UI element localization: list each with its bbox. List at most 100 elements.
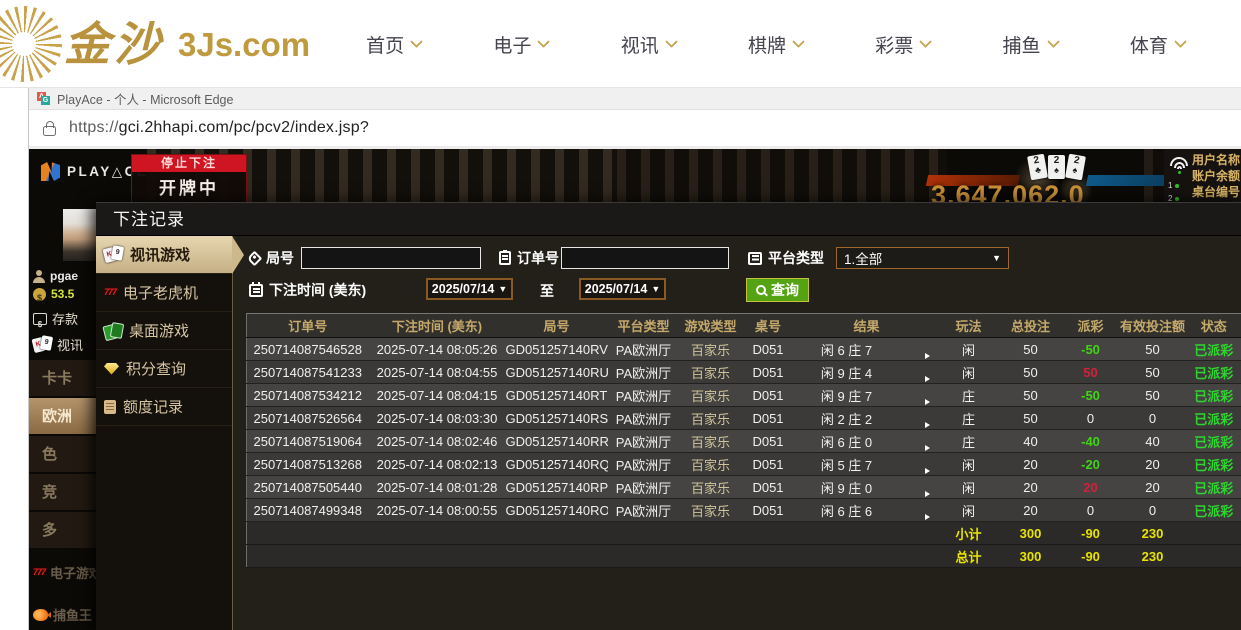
- deposit-icon: [33, 313, 47, 325]
- modal-sidebar: 视讯游戏 777电子老虎机 桌面游戏 积分查询 额度记录: [96, 236, 233, 630]
- cell-table-no: D051: [742, 407, 795, 430]
- green-cards-icon: [104, 323, 122, 339]
- table-row: 2507140875265642025-07-14 08:03:30GD0512…: [247, 407, 1241, 430]
- bet-records-table: 订单号 下注时间 (美东) 局号 平台类型 游戏类型 桌号 结果 玩法 总投注 …: [246, 313, 1241, 568]
- electronic-games-label[interactable]: 电子游戏: [50, 563, 96, 582]
- cell-status: 已派彩: [1187, 338, 1241, 361]
- cell-payout: 0: [1063, 499, 1119, 522]
- lobby-tab-kaka[interactable]: 卡卡: [29, 360, 96, 397]
- cell-total: 20: [999, 476, 1063, 499]
- url-text[interactable]: https://gci.2hhapi.com/pc/pcv2/index.jsp…: [69, 119, 369, 137]
- date-to-picker[interactable]: 2025/07/14▼: [579, 278, 666, 300]
- cell-status: 已派彩: [1187, 430, 1241, 453]
- grand-total-row: 总计 300 -90 230: [247, 545, 1241, 568]
- table-row: 2507140875342122025-07-14 08:04:15GD0512…: [247, 384, 1241, 407]
- lock-icon[interactable]: [43, 126, 56, 136]
- grand-total-payout: -90: [1063, 545, 1119, 568]
- tab-points-query[interactable]: 积分查询: [96, 350, 232, 388]
- cards-icon: [33, 336, 52, 353]
- nav-item-lottery[interactable]: 彩票: [875, 31, 930, 58]
- video-games-label[interactable]: 视讯: [57, 335, 83, 354]
- bet-time-label: 下注时间 (美东): [249, 278, 366, 302]
- playace-favicon-icon: AG: [37, 92, 50, 105]
- cell-platform: PA欧洲厅: [608, 499, 680, 522]
- tab-table-games[interactable]: 桌面游戏: [96, 312, 232, 350]
- cell-result: 闲 5 庄 7: [795, 453, 899, 476]
- tab-slot-machines[interactable]: 777电子老虎机: [96, 274, 232, 312]
- modal-title: 下注记录: [96, 203, 1241, 236]
- platform-type-select[interactable]: 1.全部▼: [836, 247, 1009, 269]
- tab-quota-records[interactable]: 额度记录: [96, 388, 232, 426]
- browser-urlbar[interactable]: https://gci.2hhapi.com/pc/pcv2/index.jsp…: [29, 110, 1241, 147]
- search-button[interactable]: 查询: [746, 278, 809, 302]
- cell-status: 已派彩: [1187, 499, 1241, 522]
- cell-result: 闲 9 庄 0: [795, 476, 899, 499]
- lobby-tab-sedie[interactable]: 色: [29, 436, 96, 473]
- col-total: 总投注: [999, 314, 1063, 338]
- lobby-balance: 53.5: [51, 287, 74, 301]
- deposit-label[interactable]: 存款: [52, 309, 78, 328]
- cell-order: 250714087526564: [247, 407, 369, 430]
- cell-status: 已派彩: [1187, 453, 1241, 476]
- nav-item-boardgames[interactable]: 棋牌: [748, 31, 803, 58]
- cell-total: 50: [999, 338, 1063, 361]
- lobby-sidebar: pgae 53.5 存款 视讯 卡卡 欧洲 色 竞 多 777电子游戏 捕鱼王: [29, 205, 96, 630]
- lobby-tab-jingmi[interactable]: 竞: [29, 474, 96, 511]
- cell-order: 250714087505440: [247, 476, 369, 499]
- col-result: 结果: [795, 314, 939, 338]
- lobby-tab-europe[interactable]: 欧洲: [29, 398, 96, 435]
- cell-platform: PA欧洲厅: [608, 453, 680, 476]
- nav-item-sports[interactable]: 体育: [1130, 31, 1185, 58]
- cell-bet: 庄: [939, 407, 999, 430]
- cards-icon: [104, 246, 123, 263]
- browser-titlebar[interactable]: AG PlayAce - 个人 - Microsoft Edge: [29, 88, 1241, 110]
- site-logo-domain: 3Js.com: [178, 26, 310, 64]
- cell-time: 2025-07-14 08:03:30: [369, 407, 506, 430]
- screen: 金沙 3Js.com 首页 电子 视讯 棋牌 彩票 捕鱼 体育 AG PlayA…: [0, 0, 1241, 630]
- fishing-king-label[interactable]: 捕鱼王: [53, 605, 92, 624]
- date-from-picker[interactable]: 2025/07/14▼: [426, 278, 513, 300]
- cell-time: 2025-07-14 08:01:28: [369, 476, 506, 499]
- cell-replay: [899, 361, 939, 384]
- cell-valid: 50: [1119, 338, 1187, 361]
- nav-item-home[interactable]: 首页: [366, 31, 421, 58]
- col-order: 订单号: [247, 314, 369, 338]
- cell-result: 闲 9 庄 4: [795, 361, 899, 384]
- order-number-input[interactable]: [561, 247, 729, 269]
- cell-platform: PA欧洲厅: [608, 430, 680, 453]
- table-row: 2507140875190642025-07-14 08:02:46GD0512…: [247, 430, 1241, 453]
- nav-item-live[interactable]: 视讯: [621, 31, 676, 58]
- cell-replay: [899, 430, 939, 453]
- bet-records-modal: 下注记录 视讯游戏 777电子老虎机 桌面游戏 积分查询 额度记录 局号 订单号: [96, 202, 1241, 630]
- nav-label: 体育: [1130, 31, 1168, 58]
- nav-label: 彩票: [875, 31, 913, 58]
- clipboard-icon: [499, 251, 511, 265]
- cell-order: 250714087541233: [247, 361, 369, 384]
- chevron-down-icon: [665, 35, 678, 48]
- dropdown-arrow-icon: ▼: [992, 253, 1001, 263]
- nav-label: 首页: [366, 31, 404, 58]
- cell-game: 百家乐: [680, 453, 742, 476]
- user-icon: [33, 270, 45, 282]
- cell-platform: PA欧洲厅: [608, 338, 680, 361]
- site-nav: 首页 电子 视讯 棋牌 彩票 捕鱼 体育: [330, 0, 1221, 88]
- col-game: 游戏类型: [680, 314, 742, 338]
- col-time: 下注时间 (美东): [369, 314, 506, 338]
- platform-type-label: 平台类型: [748, 246, 824, 270]
- cell-round: GD051257140RP: [506, 476, 608, 499]
- round-number-input[interactable]: [301, 247, 481, 269]
- cell-total: 50: [999, 384, 1063, 407]
- cell-round: GD051257140RU: [506, 361, 608, 384]
- slot-777-icon: 777: [104, 288, 116, 297]
- lobby-tab-duotai[interactable]: 多: [29, 512, 96, 549]
- cell-platform: PA欧洲厅: [608, 476, 680, 499]
- dropdown-arrow-icon: ▼: [651, 284, 660, 294]
- cell-order: 250714087519064: [247, 430, 369, 453]
- nav-item-electronic[interactable]: 电子: [493, 31, 548, 58]
- tab-video-games[interactable]: 视讯游戏: [96, 236, 232, 274]
- browser-window: AG PlayAce - 个人 - Microsoft Edge https:/…: [28, 88, 1241, 630]
- chevron-down-icon: [1047, 35, 1060, 48]
- nav-item-fishing[interactable]: 捕鱼: [1003, 31, 1058, 58]
- cell-bet: 庄: [939, 430, 999, 453]
- avatar[interactable]: [63, 209, 96, 261]
